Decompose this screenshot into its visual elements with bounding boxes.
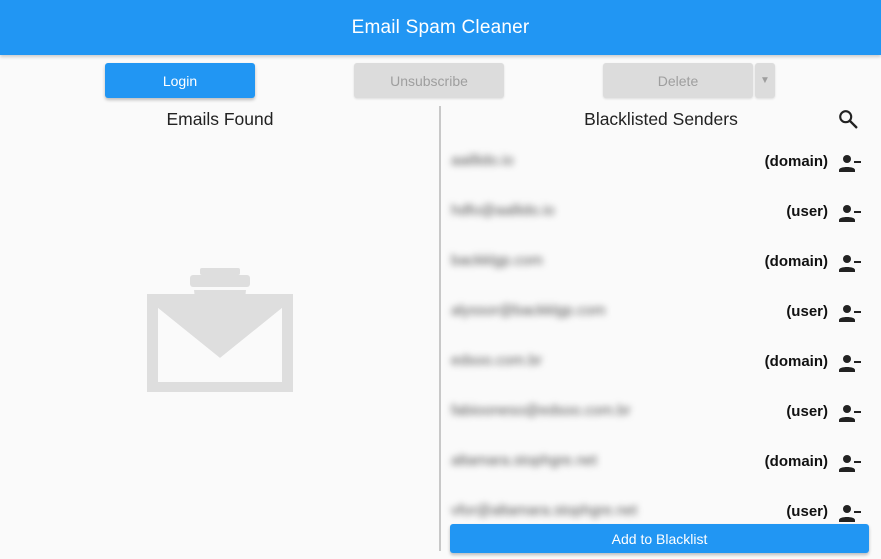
sender-type: (domain) (764, 253, 828, 270)
sender-address: vfor@altamara.stophgre.net (451, 502, 638, 519)
app-bar: Email Spam Cleaner (0, 0, 881, 55)
sender-type: (domain) (764, 153, 828, 170)
sender-address: altamara.stophgre.net (451, 452, 597, 469)
emails-found-title: Emails Found (166, 109, 274, 129)
app-title: Email Spam Cleaner (351, 16, 530, 38)
remove-user-icon[interactable] (838, 151, 862, 175)
remove-user-icon[interactable] (838, 501, 862, 525)
blacklisted-senders-title: Blacklisted Senders (584, 109, 738, 129)
sender-type: (user) (786, 303, 828, 320)
remove-user-icon[interactable] (838, 451, 862, 475)
add-to-blacklist-button[interactable]: Add to Blacklist (450, 524, 869, 553)
sender-address: fabiooneso@edsoo.com.br (451, 402, 631, 419)
login-button[interactable]: Login (105, 63, 255, 98)
sender-type: (domain) (764, 353, 828, 370)
list-item: altamara.stophgre.net (domain) (441, 437, 881, 487)
sender-type: (user) (786, 503, 828, 520)
list-item: aaillido.io (domain) (441, 137, 881, 187)
sender-address: edsoo.com.br (451, 352, 542, 369)
sender-address: backklgp.com (451, 252, 543, 269)
remove-user-icon[interactable] (838, 351, 862, 375)
remove-user-icon[interactable] (838, 201, 862, 225)
list-item: hdfo@aallido.io (user) (441, 187, 881, 237)
unsubscribe-button[interactable]: Unsubscribe (354, 63, 504, 98)
mail-trash-icon (147, 268, 293, 392)
list-item: fabiooneso@edsoo.com.br (user) (441, 387, 881, 437)
delete-button[interactable]: Delete (603, 63, 753, 98)
list-item: alyssor@backklgp.com (user) (441, 287, 881, 337)
sender-address: hdfo@aallido.io (451, 202, 555, 219)
blacklist-list: aaillido.io (domain) hdfo@aallido.io (us… (441, 137, 881, 537)
search-icon[interactable] (837, 108, 859, 130)
sender-address: aaillido.io (451, 152, 514, 169)
remove-user-icon[interactable] (838, 251, 862, 275)
sender-type: (user) (786, 203, 828, 220)
remove-user-icon[interactable] (838, 301, 862, 325)
sender-address: alyssor@backklgp.com (451, 302, 606, 319)
sender-type: (domain) (764, 453, 828, 470)
sender-type: (user) (786, 403, 828, 420)
list-item: backklgp.com (domain) (441, 237, 881, 287)
list-item: edsoo.com.br (domain) (441, 337, 881, 387)
delete-dropdown-button[interactable]: ▼ (755, 63, 775, 98)
remove-user-icon[interactable] (838, 401, 862, 425)
